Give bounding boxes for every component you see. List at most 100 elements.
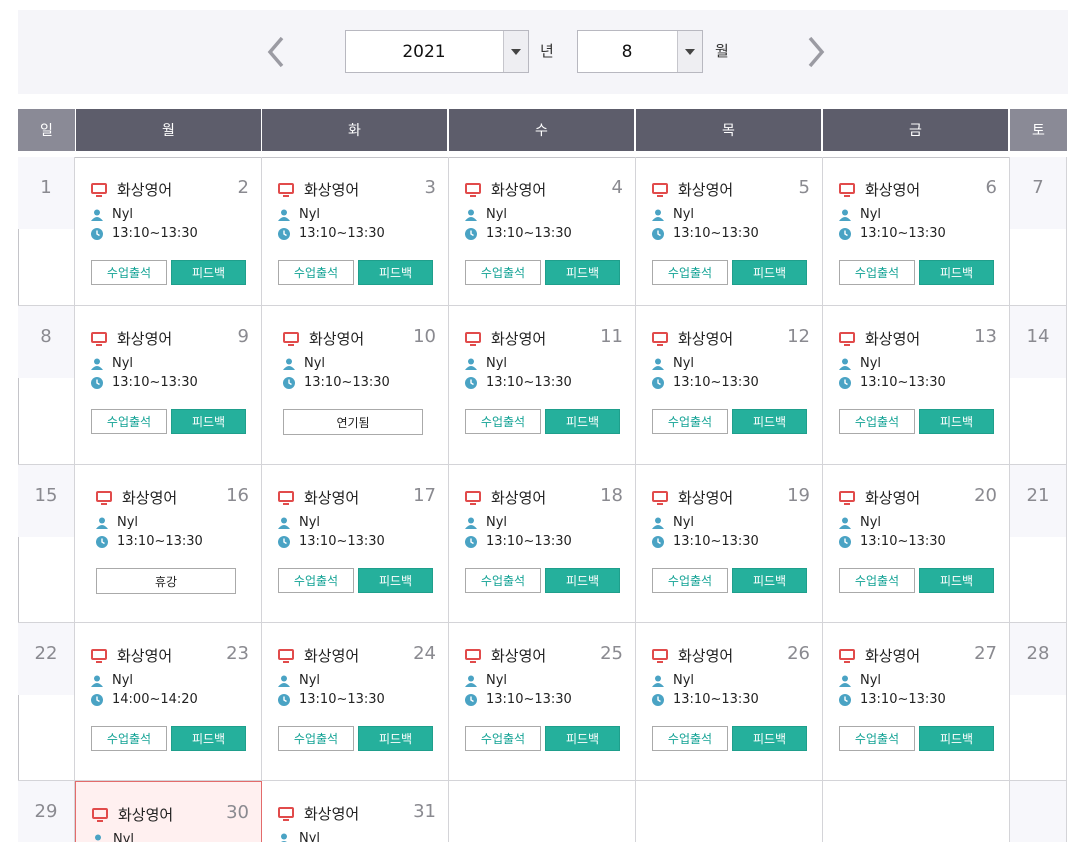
day-number: 24 [413, 643, 436, 664]
feedback-button[interactable]: 피드백 [732, 260, 807, 285]
lesson-title-text: 화상영어 [678, 489, 734, 507]
lesson-title[interactable]: 화상영어 [465, 645, 546, 666]
attend-button[interactable]: 수업출석 [652, 260, 728, 285]
clock-icon [278, 693, 290, 706]
lesson-title[interactable]: 화상영어 [839, 328, 920, 349]
monitor-icon [652, 331, 668, 346]
teacher-name: Nyl [860, 207, 882, 222]
weekday-header: 일 [18, 109, 75, 151]
attend-button[interactable]: 수업출석 [839, 726, 915, 751]
attend-button[interactable]: 수업출석 [839, 260, 915, 285]
chevron-down-icon[interactable] [677, 31, 702, 72]
feedback-button[interactable]: 피드백 [732, 726, 807, 751]
feedback-button[interactable]: 피드백 [545, 726, 620, 751]
lesson-title[interactable]: 화상영어 [839, 179, 920, 200]
lesson-status-button[interactable]: 연기됨 [283, 409, 423, 435]
prev-month-button[interactable] [262, 34, 292, 70]
lesson-title[interactable]: 화상영어 [278, 803, 359, 824]
lesson-status-button[interactable]: 휴강 [96, 568, 236, 594]
weekday-header: 금 [823, 109, 1008, 151]
lesson-title[interactable]: 화상영어 [465, 487, 546, 508]
attend-button[interactable]: 수업출석 [652, 726, 728, 751]
lesson-title[interactable]: 화상영어 [278, 487, 359, 508]
lesson-title[interactable]: 화상영어 [278, 645, 359, 666]
feedback-button[interactable]: 피드백 [545, 260, 620, 285]
day-number: 18 [600, 485, 623, 506]
feedback-button[interactable]: 피드백 [545, 409, 620, 434]
attend-button[interactable]: 수업출석 [465, 568, 541, 593]
attend-button[interactable]: 수업출석 [465, 409, 541, 434]
day-number: 28 [1026, 643, 1050, 664]
lesson-title[interactable]: 화상영어 [652, 179, 733, 200]
lesson-time: 13:10~13:30 [673, 534, 759, 549]
feedback-button[interactable]: 피드백 [171, 409, 246, 434]
year-select[interactable]: 2021 [345, 30, 529, 73]
teacher-name: Nyl [673, 207, 695, 222]
lesson-title[interactable]: 화상영어 [91, 328, 172, 349]
lesson-title[interactable]: 화상영어 [839, 487, 920, 508]
time-row: 13:10~13:30 [91, 375, 198, 390]
attend-button[interactable]: 수업출석 [278, 568, 354, 593]
lesson-title-text: 화상영어 [304, 805, 360, 823]
feedback-button[interactable]: 피드백 [919, 260, 994, 285]
lesson-title[interactable]: 화상영어 [96, 487, 177, 508]
feedback-button[interactable]: 피드백 [919, 726, 994, 751]
feedback-button[interactable]: 피드백 [919, 568, 994, 593]
day-number: 2 [237, 177, 249, 198]
feedback-button[interactable]: 피드백 [358, 568, 433, 593]
day-number: 4 [611, 177, 623, 198]
lesson-time: 13:10~13:30 [112, 375, 198, 390]
lesson-title[interactable]: 화상영어 [91, 179, 172, 200]
lesson-title[interactable]: 화상영어 [278, 179, 359, 200]
lesson-title[interactable]: 화상영어 [92, 804, 173, 825]
teacher-name: Nyl [486, 207, 508, 222]
teacher-row: Nyl [278, 831, 320, 842]
feedback-button[interactable]: 피드백 [358, 726, 433, 751]
lesson-title[interactable]: 화상영어 [465, 328, 546, 349]
teacher-row: Nyl [839, 515, 881, 530]
attend-button[interactable]: 수업출석 [465, 726, 541, 751]
attend-button[interactable]: 수업출석 [278, 726, 354, 751]
feedback-button[interactable]: 피드백 [545, 568, 620, 593]
day-number: 7 [1032, 177, 1044, 198]
attend-button[interactable]: 수업출석 [652, 568, 728, 593]
time-row: 13:10~13:30 [652, 534, 759, 549]
lesson-title[interactable]: 화상영어 [283, 328, 364, 349]
feedback-button[interactable]: 피드백 [171, 726, 246, 751]
teacher-row: Nyl [465, 515, 507, 530]
feedback-button[interactable]: 피드백 [732, 568, 807, 593]
attend-button[interactable]: 수업출석 [91, 260, 167, 285]
chevron-right-icon [808, 36, 825, 68]
attend-button[interactable]: 수업출석 [652, 409, 728, 434]
teacher-name: Nyl [299, 207, 321, 222]
attend-button[interactable]: 수업출석 [839, 409, 915, 434]
lesson-title[interactable]: 화상영어 [652, 487, 733, 508]
feedback-button[interactable]: 피드백 [732, 409, 807, 434]
lesson-title[interactable]: 화상영어 [91, 645, 172, 666]
lesson-title[interactable]: 화상영어 [465, 179, 546, 200]
feedback-button[interactable]: 피드백 [358, 260, 433, 285]
day-number: 20 [974, 485, 997, 506]
attend-button[interactable]: 수업출석 [91, 409, 167, 434]
lesson-title[interactable]: 화상영어 [652, 645, 733, 666]
day-number: 17 [413, 485, 436, 506]
attend-button[interactable]: 수업출석 [839, 568, 915, 593]
next-month-button[interactable] [800, 34, 830, 70]
lesson-title[interactable]: 화상영어 [652, 328, 733, 349]
attend-button[interactable]: 수업출석 [91, 726, 167, 751]
lesson-title[interactable]: 화상영어 [839, 645, 920, 666]
attend-button[interactable]: 수업출석 [465, 260, 541, 285]
monitor-icon [465, 182, 481, 197]
day-cell: 17 화상영어 Nyl 13:10~13:30 수업출석 피드백 [262, 465, 449, 623]
month-select[interactable]: 8 [577, 30, 703, 73]
teacher-name: Nyl [860, 515, 882, 530]
chevron-down-icon[interactable] [503, 31, 528, 72]
clock-icon [839, 227, 851, 240]
feedback-button[interactable]: 피드백 [171, 260, 246, 285]
lesson-title-text: 화상영어 [865, 489, 921, 507]
monitor-icon [278, 648, 294, 663]
feedback-button[interactable]: 피드백 [919, 409, 994, 434]
time-row: 13:10~13:30 [465, 692, 572, 707]
attend-button[interactable]: 수업출석 [278, 260, 354, 285]
day-cell: 19 화상영어 Nyl 13:10~13:30 수업출석 피드백 [636, 465, 823, 623]
